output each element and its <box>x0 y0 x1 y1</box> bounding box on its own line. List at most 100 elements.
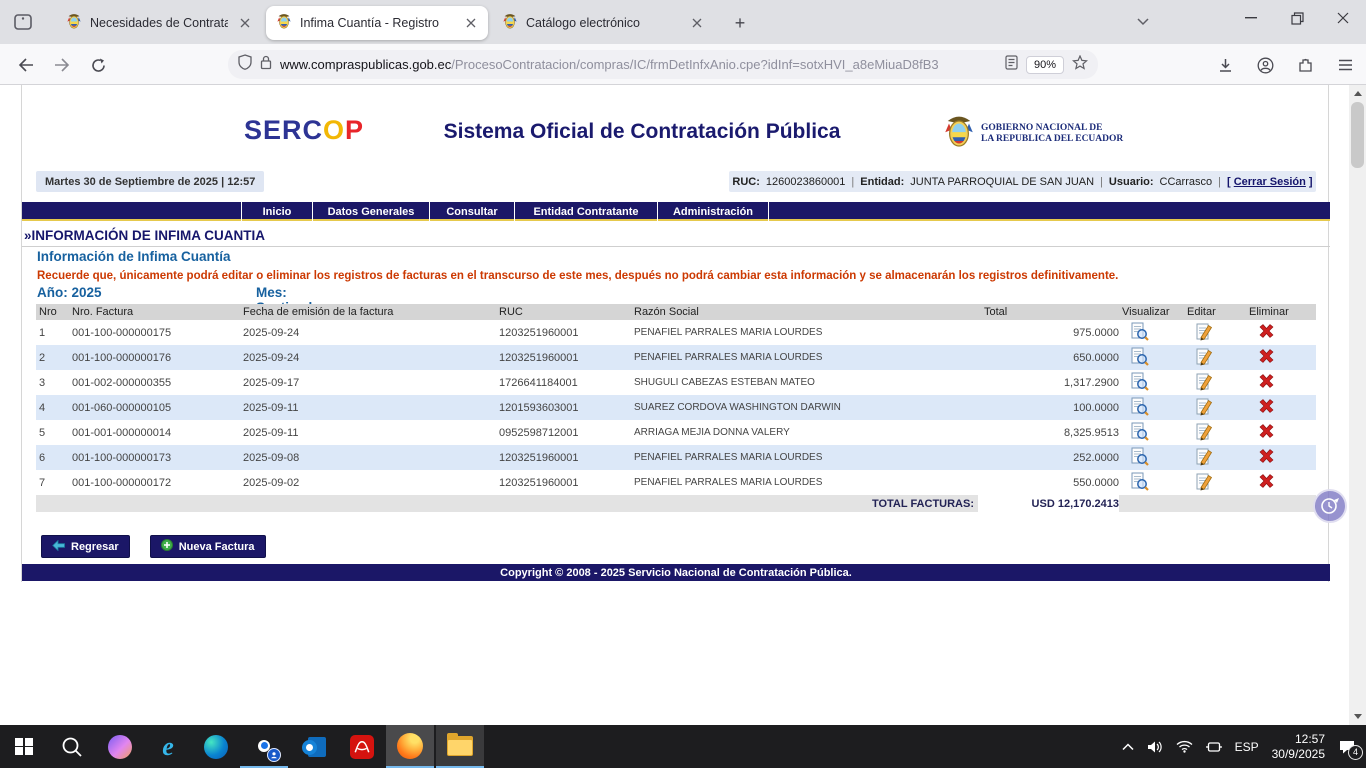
visualizar-icon[interactable] <box>1131 322 1149 344</box>
wifi-icon[interactable] <box>1176 740 1193 753</box>
scroll-up-icon[interactable] <box>1349 85 1366 102</box>
page-viewport: SERCOP Sistema Oficial de Contratación P… <box>0 85 1366 725</box>
scroll-down-icon[interactable] <box>1349 708 1366 725</box>
visualizar-icon[interactable] <box>1131 372 1149 394</box>
nueva-factura-button[interactable]: Nueva Factura <box>150 535 266 558</box>
separator: | <box>1218 176 1221 188</box>
visualizar-icon[interactable] <box>1131 397 1149 419</box>
edge-icon[interactable] <box>192 725 240 768</box>
firefox-icon[interactable] <box>386 725 434 768</box>
zoom-level-chip[interactable]: 90% <box>1026 56 1064 74</box>
sercop-logo: SERCOP <box>244 115 364 146</box>
eliminar-icon[interactable] <box>1258 473 1275 492</box>
visualizar-icon[interactable] <box>1131 347 1149 369</box>
tab-catalogo[interactable]: Catálogo electrónico <box>492 6 714 40</box>
meet-now-icon[interactable] <box>1206 740 1222 754</box>
cell-ruc: 1726641184001 <box>496 377 631 389</box>
internet-explorer-icon[interactable]: e <box>144 725 192 768</box>
col-header-ruc: RUC <box>496 306 631 318</box>
back-arrow-icon <box>52 540 65 554</box>
cell-total: 550.0000 <box>978 477 1119 489</box>
account-icon[interactable] <box>1252 52 1278 78</box>
regresar-button[interactable]: Regresar <box>41 535 130 558</box>
minimize-button[interactable] <box>1228 0 1274 36</box>
cell-ruc: 0952598712001 <box>496 427 631 439</box>
menu-hamburger-icon[interactable] <box>1332 52 1358 78</box>
editar-icon[interactable] <box>1196 347 1213 369</box>
editar-icon[interactable] <box>1196 472 1213 494</box>
reader-mode-icon[interactable] <box>1005 55 1018 75</box>
cell-fecha: 2025-09-24 <box>240 352 496 364</box>
new-tab-button[interactable]: + <box>728 12 752 34</box>
tab-close-icon[interactable] <box>688 14 706 32</box>
tab-close-icon[interactable] <box>462 14 480 32</box>
url-bar[interactable]: www.compraspublicas.gob.ec/ProcesoContra… <box>228 50 1098 79</box>
recorder-clock-widget[interactable] <box>1313 489 1347 523</box>
eliminar-icon[interactable] <box>1258 398 1275 417</box>
tab-list-chevron-icon[interactable] <box>1130 10 1156 34</box>
visualizar-icon[interactable] <box>1131 422 1149 444</box>
table-row: 7 001-100-000000172 2025-09-02 120325196… <box>36 470 1316 495</box>
table-row: 6 001-100-000000173 2025-09-08 120325196… <box>36 445 1316 470</box>
visualizar-icon[interactable] <box>1131 472 1149 494</box>
back-icon[interactable] <box>12 52 40 78</box>
eliminar-icon[interactable] <box>1258 348 1275 367</box>
tab-close-icon[interactable] <box>236 14 254 32</box>
close-button[interactable] <box>1320 0 1366 36</box>
cell-ruc: 1201593603001 <box>496 402 631 414</box>
eliminar-icon[interactable] <box>1258 448 1275 467</box>
acrobat-icon[interactable] <box>338 725 386 768</box>
cell-visualizar <box>1119 397 1184 419</box>
visualizar-icon[interactable] <box>1131 447 1149 469</box>
search-button[interactable] <box>48 725 96 768</box>
cell-total: 650.0000 <box>978 352 1119 364</box>
language-indicator[interactable]: ESP <box>1235 740 1259 754</box>
notification-center-icon[interactable]: 4 <box>1338 739 1356 755</box>
extensions-icon[interactable] <box>1292 52 1318 78</box>
forward-icon[interactable] <box>48 52 76 78</box>
url-text[interactable]: www.compraspublicas.gob.ec/ProcesoContra… <box>280 57 997 72</box>
chrome-icon[interactable] <box>240 725 288 768</box>
editar-icon[interactable] <box>1196 447 1213 469</box>
tab-infima-cuantia-active[interactable]: Infima Cuantía - Registro <box>266 6 488 40</box>
cell-fecha: 2025-09-11 <box>240 402 496 414</box>
tracking-shield-icon[interactable] <box>238 54 252 75</box>
volume-icon[interactable] <box>1147 740 1163 754</box>
logout-link[interactable]: [ Cerrar Sesión ] <box>1227 176 1313 188</box>
breadcrumb-title: INFORMACIÓN DE INFIMA CUANTIA <box>32 228 265 243</box>
cell-editar <box>1184 447 1246 469</box>
editar-icon[interactable] <box>1196 372 1213 394</box>
clock[interactable]: 12:57 30/9/2025 <box>1272 732 1325 762</box>
cell-visualizar <box>1119 447 1184 469</box>
eliminar-icon[interactable] <box>1258 373 1275 392</box>
eliminar-icon[interactable] <box>1258 423 1275 442</box>
nav-datos-generales[interactable]: Datos Generales <box>313 202 430 221</box>
copilot-icon[interactable] <box>96 725 144 768</box>
page-scrollbar[interactable] <box>1349 85 1366 725</box>
cell-visualizar <box>1119 372 1184 394</box>
outlook-icon[interactable] <box>290 725 338 768</box>
tray-chevron-icon[interactable] <box>1122 743 1134 751</box>
bookmark-star-icon[interactable] <box>1072 55 1088 75</box>
editar-icon[interactable] <box>1196 397 1213 419</box>
file-explorer-icon[interactable] <box>436 725 484 768</box>
nav-administracion[interactable]: Administración <box>658 202 769 221</box>
reload-icon[interactable] <box>84 52 112 78</box>
nav-consultar[interactable]: Consultar <box>430 202 515 221</box>
lock-icon[interactable] <box>260 55 272 75</box>
gov-logo: GOBIERNO NACIONAL DE LA REPUBLICA DEL EC… <box>944 112 1123 155</box>
scrollbar-thumb[interactable] <box>1351 102 1364 168</box>
nav-inicio[interactable]: Inicio <box>241 202 313 221</box>
browser-tab-bar: Necesidades de Contratación y Infima Cua… <box>0 0 1366 44</box>
nav-entidad-contratante[interactable]: Entidad Contratante <box>515 202 658 221</box>
restore-button[interactable] <box>1274 0 1320 36</box>
firefox-view-icon[interactable] <box>10 11 36 33</box>
tab-necesidades[interactable]: Necesidades de Contratación y <box>56 6 262 40</box>
start-button[interactable] <box>0 725 48 768</box>
editar-icon[interactable] <box>1196 422 1213 444</box>
cell-fecha: 2025-09-11 <box>240 427 496 439</box>
downloads-icon[interactable] <box>1212 52 1238 78</box>
cell-eliminar <box>1246 398 1316 417</box>
eliminar-icon[interactable] <box>1258 323 1275 342</box>
editar-icon[interactable] <box>1196 322 1213 344</box>
